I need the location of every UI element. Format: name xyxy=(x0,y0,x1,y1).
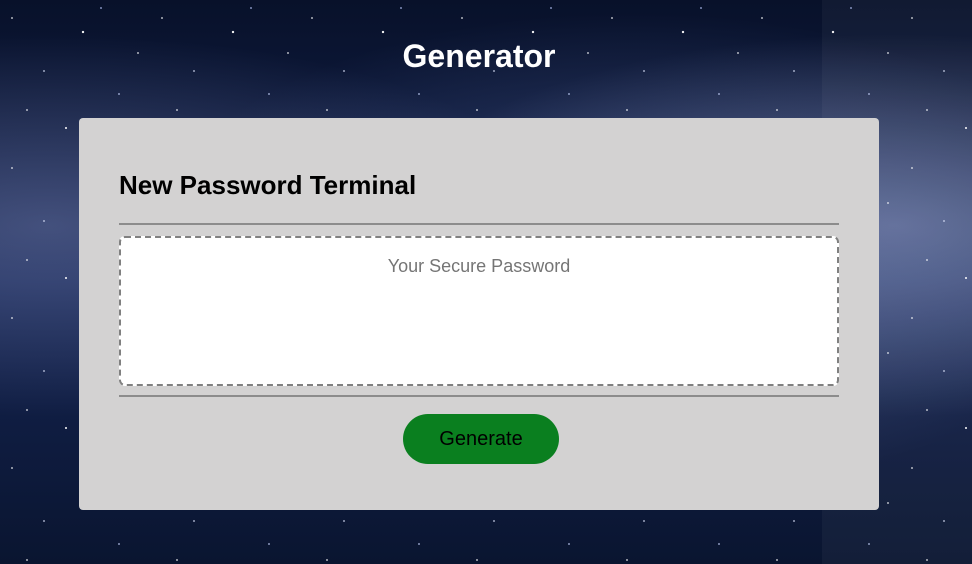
page-title: Generator xyxy=(402,38,556,74)
generate-button[interactable]: Generate xyxy=(403,414,559,464)
top-divider xyxy=(119,223,839,225)
bottom-divider xyxy=(119,395,839,397)
card-title: New Password Terminal xyxy=(119,170,417,200)
password-output-field[interactable] xyxy=(119,236,839,386)
password-card: New Password Terminal Generate xyxy=(79,118,879,510)
